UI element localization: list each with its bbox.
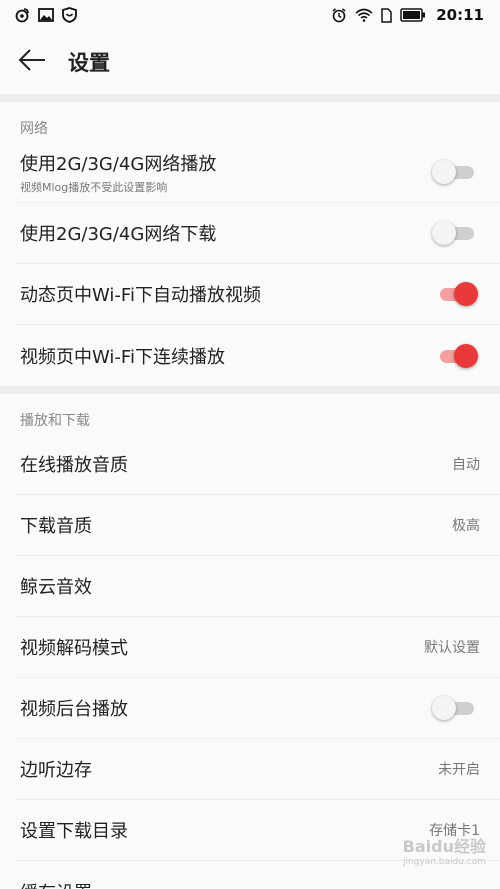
watermark-text: Baidu经验 [402, 837, 486, 856]
arrow-left-icon [18, 49, 46, 75]
setting-row-mobile-play[interactable]: 使用2G/3G/4G网络播放 视频Mlog播放不受此设置影响 [16, 142, 500, 203]
status-left-icons [14, 7, 77, 23]
setting-row-background-play[interactable]: 视频后台播放 [16, 678, 500, 739]
setting-row-online-quality[interactable]: 在线播放音质 自动 [16, 434, 500, 495]
mobile-download-toggle[interactable] [432, 221, 476, 245]
title-bar: 设置 [0, 30, 500, 94]
setting-value: 极高 [452, 518, 480, 534]
setting-label: 缓存设置 [20, 879, 92, 889]
setting-row-download-quality[interactable]: 下载音质 极高 [16, 495, 500, 556]
watermark-sub: jingyan.baidu.com [402, 857, 486, 867]
battery-icon [400, 8, 426, 22]
setting-row-decode-mode[interactable]: 视频解码模式 默认设置 [16, 617, 500, 678]
playback-section: 播放和下载 在线播放音质 自动 下载音质 极高 鲸云音效 视频解码模式 默认设置… [0, 394, 500, 889]
setting-value: 未开启 [438, 762, 480, 778]
setting-label: 在线播放音质 [20, 455, 128, 476]
shield-icon [62, 7, 77, 23]
page-title: 设置 [68, 51, 110, 75]
setting-label: 下载音质 [20, 516, 92, 537]
section-header-playback: 播放和下载 [20, 413, 90, 429]
setting-row-feed-autoplay[interactable]: 动态页中Wi-Fi下自动播放视频 [16, 264, 500, 325]
setting-row-cache-while-listen[interactable]: 边听边存 未开启 [16, 739, 500, 800]
setting-label: 视频页中Wi-Fi下连续播放 [20, 346, 225, 368]
setting-label: 动态页中Wi-Fi下自动播放视频 [20, 285, 261, 306]
setting-value: 默认设置 [424, 640, 480, 656]
background-play-toggle[interactable] [432, 696, 476, 720]
video-continuous-toggle[interactable] [436, 343, 478, 368]
section-divider [0, 94, 500, 102]
setting-row-mobile-download[interactable]: 使用2G/3G/4G网络下载 [16, 203, 500, 264]
feed-autoplay-toggle[interactable] [436, 282, 478, 306]
status-time: 20:11 [436, 6, 484, 24]
setting-row-sound-effect[interactable]: 鲸云音效 [16, 556, 500, 617]
section-header-network: 网络 [20, 121, 48, 137]
wifi-icon [355, 8, 373, 22]
back-button[interactable] [18, 44, 54, 80]
section-divider [0, 386, 500, 394]
setting-label: 使用2G/3G/4G网络播放 [20, 153, 217, 175]
network-section: 网络 使用2G/3G/4G网络播放 视频Mlog播放不受此设置影响 使用2G/3… [0, 102, 500, 386]
setting-label: 鲸云音效 [20, 577, 92, 598]
setting-label: 视频解码模式 [20, 638, 128, 659]
setting-row-video-continuous[interactable]: 视频页中Wi-Fi下连续播放 [16, 325, 500, 386]
image-icon [38, 8, 54, 22]
mobile-play-toggle[interactable] [432, 160, 476, 184]
setting-value: 自动 [452, 457, 480, 473]
alarm-icon [331, 7, 347, 23]
setting-label: 设置下载目录 [20, 821, 128, 842]
baidu-watermark: Baidu经验 jingyan.baidu.com [403, 833, 486, 867]
weibo-icon [14, 7, 30, 23]
status-bar: 20:11 [0, 0, 500, 30]
setting-label: 视频后台播放 [20, 699, 128, 720]
setting-label: 边听边存 [20, 760, 92, 781]
setting-label: 使用2G/3G/4G网络下载 [20, 224, 217, 245]
setting-sublabel: 视频Mlog播放不受此设置影响 [20, 180, 168, 194]
sim-icon [381, 7, 392, 23]
status-right-icons: 20:11 [331, 6, 484, 24]
